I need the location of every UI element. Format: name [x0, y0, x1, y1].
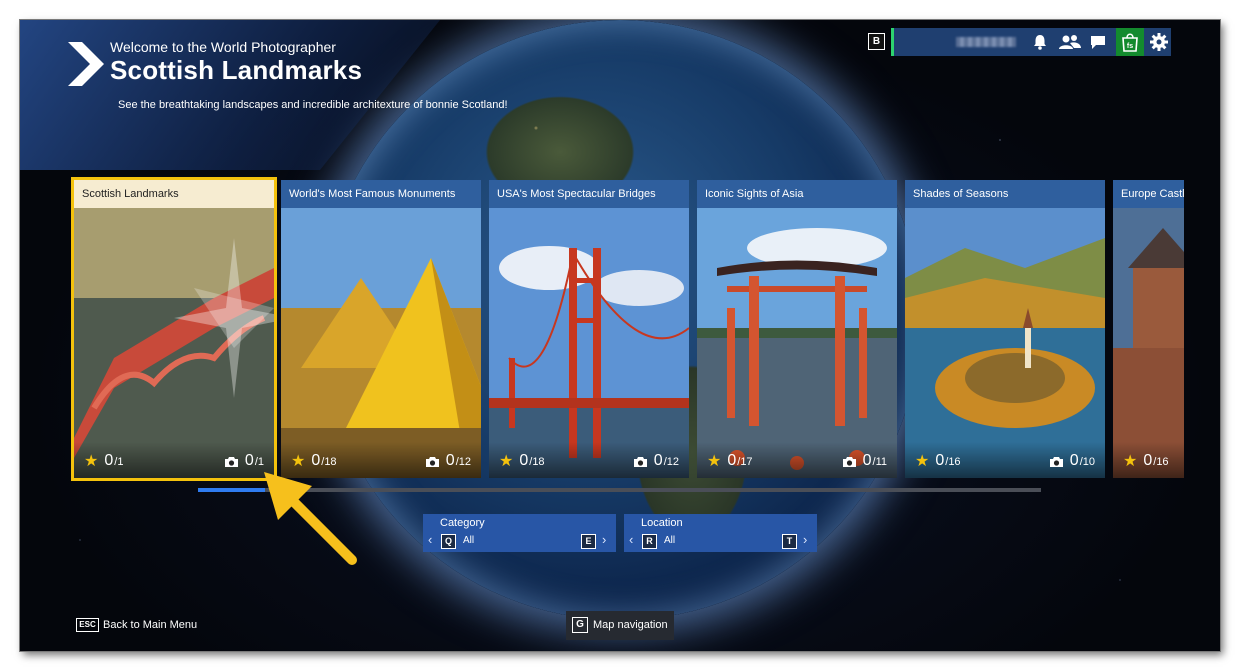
shop-button[interactable]: fs	[1116, 28, 1144, 56]
photos-value: 0	[653, 452, 663, 469]
shop-icon: fs	[1122, 33, 1138, 52]
photos-value: 0	[1069, 452, 1079, 469]
settings-icon[interactable]	[1149, 32, 1169, 52]
card-title: Scottish Landmarks	[74, 180, 274, 208]
card-title: Shades of Seasons	[905, 180, 1105, 208]
card-thumbnail-torii-gate	[697, 208, 897, 478]
category-next-key: E	[581, 534, 596, 549]
star-icon: ★	[1123, 453, 1138, 470]
photos-total: 12	[458, 456, 471, 468]
map-key-hint: G	[572, 617, 588, 633]
stars-value: 0	[104, 452, 114, 469]
category-value: All	[463, 535, 475, 546]
star-icon: ★	[499, 453, 514, 470]
stars-total: 17	[740, 456, 753, 468]
annotation-arrow-icon	[264, 472, 357, 565]
page-title: Scottish Landmarks	[110, 55, 363, 85]
photos-total: 11	[875, 456, 887, 468]
chat-icon[interactable]	[1088, 32, 1108, 52]
back-to-main-menu-button[interactable]: Back to Main Menu	[103, 619, 197, 631]
camera-icon	[425, 457, 439, 467]
location-label: Location	[641, 517, 683, 529]
photos-count: 0/10	[1049, 452, 1095, 470]
star-icon: ★	[707, 453, 722, 470]
game-window: Welcome to the World Photographer Scotti…	[20, 20, 1220, 651]
page-subtitle: See the breathtaking landscapes and incr…	[118, 99, 508, 111]
photos-count: 0/12	[425, 452, 471, 470]
card-title: World's Most Famous Monuments	[281, 180, 481, 208]
star-icon: ★	[915, 453, 930, 470]
card-title: Iconic Sights of Asia	[697, 180, 897, 208]
chevron-right-icon[interactable]: ›	[803, 532, 807, 547]
stars-value: 0	[727, 452, 737, 469]
challenge-card-famous-monuments[interactable]: World's Most Famous Monuments ★ 0/18 0/1…	[281, 180, 481, 478]
friends-icon[interactable]	[1058, 32, 1082, 52]
challenge-card-usa-bridges[interactable]: USA's Most Spectacular Bridges ★ 0/18 0/…	[489, 180, 689, 478]
card-title: USA's Most Spectacular Bridges	[489, 180, 689, 208]
stars-value: 0	[519, 452, 529, 469]
stars-total: 18	[532, 456, 545, 468]
category-filter[interactable]: Category ‹ Q All E ›	[423, 514, 616, 552]
chevron-left-icon[interactable]: ‹	[629, 532, 633, 547]
challenge-card-scottish-landmarks[interactable]: Scottish Landmarks ★ 0/1 0/1	[71, 177, 277, 481]
stars-count: ★ 0/1	[84, 452, 124, 470]
camera-icon	[633, 457, 647, 467]
bell-icon[interactable]	[1030, 32, 1050, 52]
card-thumbnail-castle	[1113, 208, 1184, 478]
stars-count: ★ 0/17	[707, 452, 753, 470]
photos-count: 0/12	[633, 452, 679, 470]
camera-icon	[224, 457, 238, 467]
photos-value: 0	[862, 452, 872, 469]
challenge-carousel[interactable]: Scottish Landmarks ★ 0/1 0/1 World's Mos…	[68, 177, 1184, 483]
card-thumbnail-pyramids	[281, 208, 481, 478]
photos-total: 12	[666, 456, 679, 468]
topbar-key-hint: B	[868, 33, 885, 50]
location-value: All	[664, 535, 676, 546]
challenge-card-europe-castles[interactable]: Europe Castles ★ 0/16	[1113, 180, 1184, 478]
map-navigation-button[interactable]: G Map navigation	[566, 611, 674, 640]
location-next-key: T	[782, 534, 797, 549]
chevron-logo-icon	[68, 42, 104, 86]
card-title: Europe Castles	[1113, 180, 1184, 208]
stars-count: ★ 0/18	[499, 452, 545, 470]
chevron-right-icon[interactable]: ›	[602, 532, 606, 547]
stars-value: 0	[935, 452, 945, 469]
esc-key-hint: ESC	[76, 618, 99, 632]
stars-total: 1	[117, 456, 124, 468]
photos-value: 0	[445, 452, 455, 469]
location-prev-key: R	[642, 534, 657, 549]
card-thumbnail-forth-bridge	[74, 208, 274, 478]
camera-icon	[1049, 457, 1063, 467]
stars-value: 0	[1143, 452, 1153, 469]
chevron-left-icon[interactable]: ‹	[428, 532, 432, 547]
photos-count: 0/11	[842, 452, 887, 470]
challenge-card-asia-sights[interactable]: Iconic Sights of Asia ★ 0/17 0/11	[697, 180, 897, 478]
username-blurred	[956, 37, 1016, 47]
category-prev-key: Q	[441, 534, 456, 549]
map-navigation-label: Map navigation	[593, 619, 668, 631]
category-label: Category	[440, 517, 485, 529]
stars-total: 16	[948, 456, 961, 468]
stars-total: 16	[1156, 456, 1169, 468]
top-status-bar: fs	[891, 28, 1171, 56]
welcome-text: Welcome to the World Photographer	[110, 39, 336, 55]
stars-count: ★ 0/16	[1123, 452, 1169, 470]
card-thumbnail-lake-island	[905, 208, 1105, 478]
camera-icon	[842, 457, 856, 467]
photos-total: 10	[1082, 456, 1095, 468]
card-thumbnail-golden-gate	[489, 208, 689, 478]
challenge-card-shades-of-seasons[interactable]: Shades of Seasons ★ 0/16 0/10	[905, 180, 1105, 478]
svg-text:fs: fs	[1127, 43, 1133, 50]
star-icon: ★	[84, 453, 99, 470]
location-filter[interactable]: Location ‹ R All T ›	[624, 514, 817, 552]
stars-count: ★ 0/16	[915, 452, 961, 470]
